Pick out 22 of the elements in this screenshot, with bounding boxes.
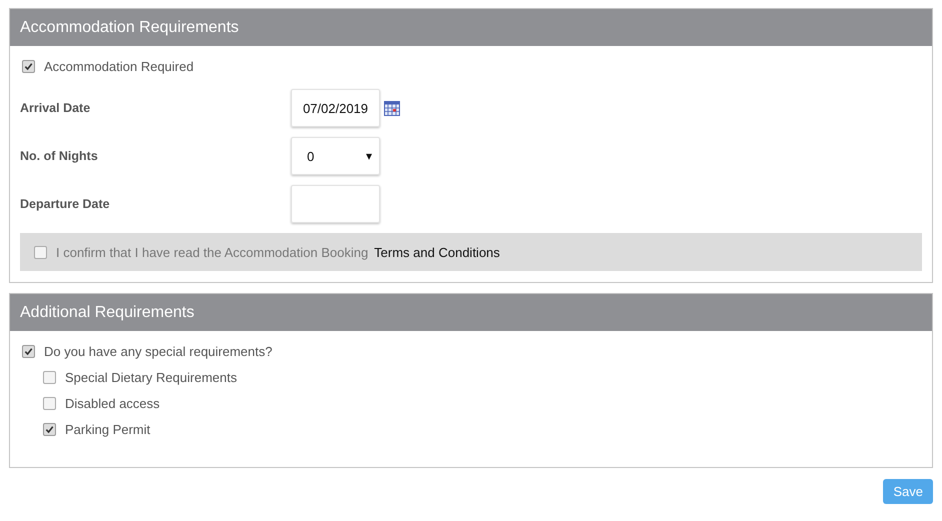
field-label: No. of Nights (20, 149, 99, 163)
date-field[interactable] (291, 185, 380, 223)
checkbox-label: Parking Permit (65, 422, 150, 436)
field-label: Departure Date (20, 197, 111, 211)
nights-dropdown[interactable]: 0 ▾ (291, 137, 380, 175)
field-label: Arrival Date (20, 101, 92, 115)
checkbox[interactable] (22, 344, 35, 358)
checkbox[interactable] (43, 396, 56, 410)
checkbox-label: Special Dietary Requirements (65, 370, 237, 384)
checkbox[interactable] (34, 246, 47, 258)
checkbox-label: Accommodation Required (44, 58, 194, 74)
checkbox-label: Disabled access (65, 396, 160, 410)
panel-title: Additional Requirements (20, 304, 194, 322)
checkbox-label: Do you have any special requirements? (44, 344, 272, 358)
terms-link[interactable]: Terms and Conditions (374, 244, 500, 260)
panel-title: Accommodation Requirements (20, 18, 239, 36)
checkbox[interactable] (43, 370, 56, 384)
checkbox[interactable] (43, 422, 56, 436)
checkbox[interactable] (22, 60, 35, 72)
confirm-text: I confirm that I have read the Accommodation Booking (56, 244, 368, 260)
calendar-icon[interactable] (384, 100, 400, 116)
date-field[interactable]: 07/02/2019 (291, 89, 380, 127)
